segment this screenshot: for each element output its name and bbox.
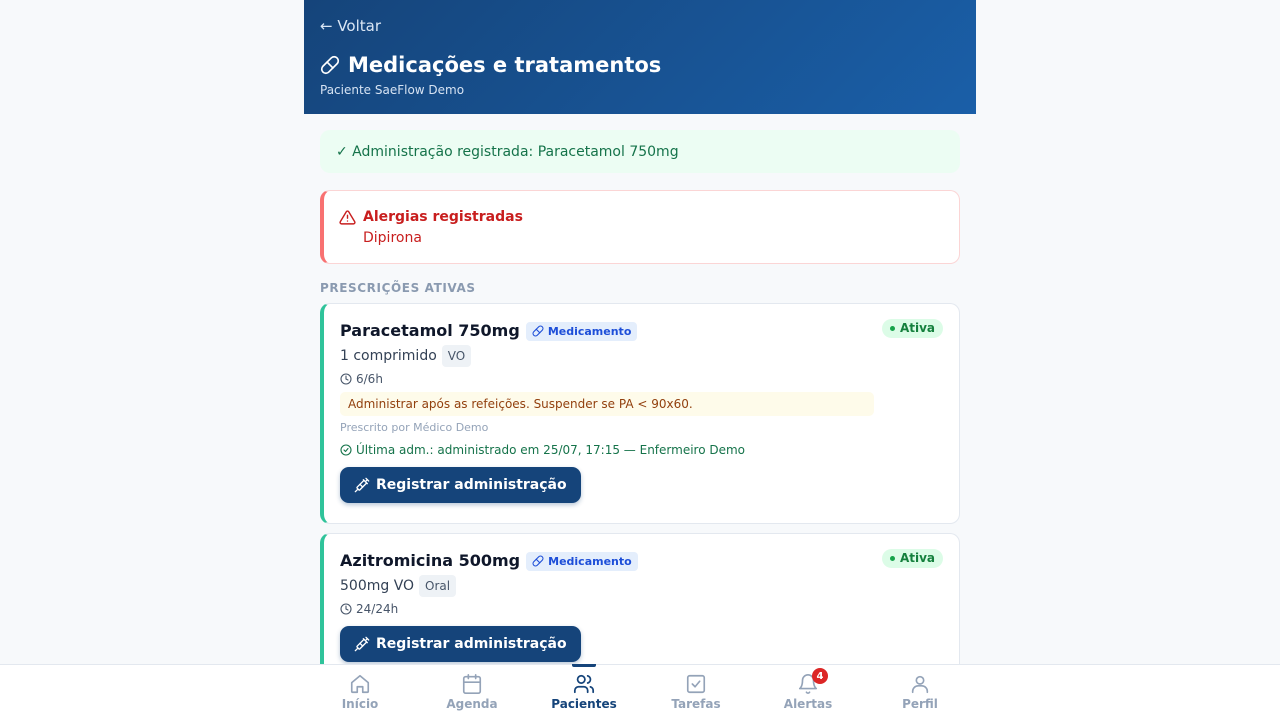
users-icon: [573, 674, 595, 694]
frequency: 24/24h: [340, 602, 943, 616]
drug-name: Paracetamol 750mg: [340, 321, 520, 340]
nav-label: Alertas: [783, 697, 833, 711]
pill-icon: [532, 555, 544, 567]
back-link[interactable]: ← Voltar: [320, 17, 381, 35]
register-administration-button[interactable]: Registrar administração: [340, 467, 581, 503]
route-badge: VO: [441, 345, 472, 367]
nav-item-agenda[interactable]: Agenda: [416, 665, 528, 720]
bottom-nav: Início Agenda Pacientes Tarefas 4 Alerta…: [0, 664, 1280, 720]
nav-item-inicio[interactable]: Início: [304, 665, 416, 720]
nav-label: Pacientes: [551, 697, 617, 711]
main-column: ← Voltar Medicações e tratamentos Pacien…: [304, 0, 976, 664]
allergy-value: Dipirona: [363, 230, 422, 246]
status-badge: Ativa: [881, 549, 943, 568]
prescription-card: Paracetamol 750mg Medicamento Ativa 1 co…: [320, 303, 960, 524]
nav-item-tarefas[interactable]: Tarefas: [640, 665, 752, 720]
allergy-alert: Alergias registradas Dipirona: [320, 190, 960, 264]
prescriber: Prescrito por Médico Demo: [340, 421, 489, 434]
warning-icon: [339, 210, 356, 225]
allergy-title: Alergias registradas: [363, 209, 523, 225]
last-administration: Última adm.: administrado em 25/07, 17:1…: [340, 443, 943, 457]
dose-row: 1 comprimido VO: [340, 345, 943, 367]
clock-icon: [340, 373, 352, 385]
nav-item-pacientes[interactable]: Pacientes: [528, 664, 640, 720]
type-label: Medicamento: [547, 324, 632, 338]
page-header: ← Voltar Medicações e tratamentos Pacien…: [304, 0, 976, 114]
check-circle-icon: [340, 444, 352, 456]
page-title: Medicações e tratamentos: [348, 53, 662, 77]
frequency-value: 24/24h: [356, 602, 399, 616]
section-title: PRESCRIÇÕES ATIVAS: [320, 281, 476, 295]
nav-label: Agenda: [446, 697, 498, 711]
prescription-note: Administrar após as refeições. Suspender…: [340, 392, 874, 416]
patient-name: Paciente SaeFlow Demo: [320, 83, 465, 97]
route-badge: Oral: [419, 575, 457, 597]
pill-icon: [532, 325, 544, 337]
type-label: Medicamento: [548, 554, 632, 568]
name-row: Paracetamol 750mg Medicamento: [340, 319, 943, 343]
register-administration-label: Registrar administração: [376, 477, 567, 493]
frequency-value: 6/6h: [356, 372, 383, 386]
status-badge: Ativa: [881, 319, 943, 338]
check-square-icon: [686, 674, 706, 694]
name-row: Azitromicina 500mg Medicamento: [340, 549, 943, 573]
pill-icon: [320, 55, 340, 75]
alert-count-badge: 4: [812, 668, 828, 684]
type-badge: Medicamento: [526, 551, 638, 571]
last-administration-text: Última adm.: administrado em 25/07, 17:1…: [356, 443, 746, 457]
nav-label: Tarefas: [671, 697, 721, 711]
register-administration-button[interactable]: Registrar administração: [340, 626, 581, 662]
nav-item-alertas[interactable]: 4 Alertas: [752, 665, 864, 720]
prescription-card: Azitromicina 500mg Medicamento Ativa 500…: [320, 533, 960, 664]
nav-label: Início: [341, 697, 379, 711]
title-row: Medicações e tratamentos: [320, 52, 960, 78]
content: ✓ Administração registrada: Paracetamol …: [304, 114, 976, 664]
dose-row: 500mg VO Oral: [340, 575, 943, 597]
calendar-icon: [462, 674, 482, 694]
dose: 500mg VO: [340, 578, 415, 594]
frequency: 6/6h: [340, 372, 943, 386]
syringe-icon: [354, 477, 370, 493]
nav-item-perfil[interactable]: Perfil: [864, 665, 976, 720]
status-label: Ativa: [899, 551, 935, 565]
status-dot: [889, 325, 895, 331]
status-label: Ativa: [899, 321, 935, 335]
syringe-icon: [354, 636, 370, 652]
register-administration-label: Registrar administração: [376, 636, 567, 652]
nav-label: Perfil: [902, 697, 938, 711]
status-dot: [889, 555, 895, 561]
dose: 1 comprimido: [340, 348, 437, 364]
success-banner: ✓ Administração registrada: Paracetamol …: [320, 130, 960, 173]
type-badge: Medicamento: [525, 321, 638, 341]
clock-icon: [340, 603, 352, 615]
drug-name: Azitromicina 500mg: [340, 551, 521, 570]
home-icon: [350, 674, 370, 694]
user-icon: [911, 675, 929, 694]
